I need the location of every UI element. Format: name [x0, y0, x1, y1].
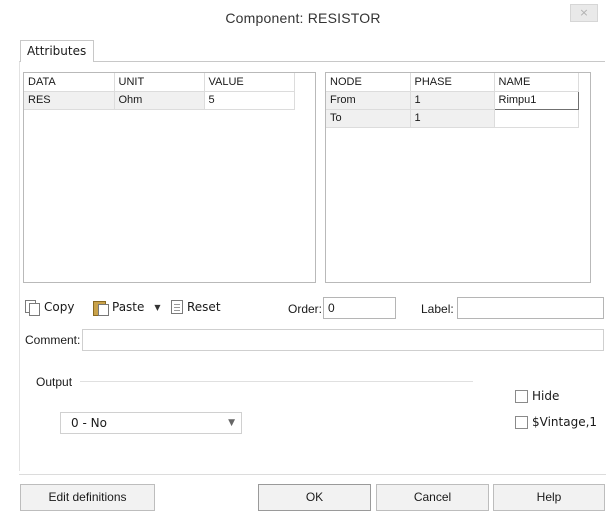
- vintage-checkbox-label: $Vintage,1: [532, 415, 598, 429]
- edit-definitions-button[interactable]: Edit definitions: [20, 484, 155, 511]
- cell-unit[interactable]: Ohm: [114, 91, 205, 110]
- checkbox-box[interactable]: [515, 389, 528, 403]
- nodes-grid[interactable]: NODE PHASE NAME From 1 Rimpu1 To 1: [325, 72, 591, 283]
- hide-checkbox-label: Hide: [532, 389, 560, 403]
- clipboard-icon: [92, 299, 109, 316]
- cell-value[interactable]: 5: [204, 91, 295, 110]
- copy-label: Copy: [44, 300, 75, 314]
- checkbox-box[interactable]: [515, 415, 528, 429]
- tab-attributes[interactable]: Attributes: [20, 40, 94, 62]
- output-select[interactable]: 0 - No ▼: [60, 412, 242, 434]
- document-icon: [171, 300, 183, 314]
- column-header-value[interactable]: VALUE: [204, 73, 295, 92]
- comment-label: Comment:: [25, 333, 81, 347]
- comment-field[interactable]: [82, 329, 604, 351]
- close-button[interactable]: ×: [570, 4, 598, 22]
- cell-phase[interactable]: 1: [410, 91, 495, 110]
- cell-node[interactable]: From: [326, 91, 411, 110]
- cell-data[interactable]: RES: [24, 91, 115, 110]
- footer-divider: [19, 474, 606, 475]
- ok-button[interactable]: OK: [258, 484, 371, 511]
- cancel-button[interactable]: Cancel: [376, 484, 489, 511]
- reset-button[interactable]: Reset: [171, 298, 221, 316]
- cell-name[interactable]: Rimpu1: [493, 90, 579, 110]
- cell-name[interactable]: [494, 109, 579, 128]
- paste-button[interactable]: Paste ▼: [92, 298, 161, 316]
- hide-checkbox[interactable]: Hide: [515, 389, 559, 403]
- copy-icon: [24, 299, 40, 316]
- column-header-phase[interactable]: PHASE: [410, 73, 495, 92]
- table-header-row: NODE PHASE NAME: [326, 73, 579, 92]
- column-header-unit[interactable]: UNIT: [114, 73, 205, 92]
- reset-label: Reset: [187, 300, 221, 314]
- close-icon: ×: [579, 6, 589, 19]
- group-divider: [80, 381, 473, 382]
- column-header-name[interactable]: NAME: [494, 73, 579, 92]
- dropdown-arrow-icon[interactable]: ▼: [154, 303, 160, 312]
- chevron-down-icon: ▼: [228, 418, 235, 428]
- table-header-row: DATA UNIT VALUE: [24, 73, 295, 92]
- label-field-label: Label:: [421, 302, 454, 316]
- cell-node[interactable]: To: [326, 109, 411, 128]
- column-header-node[interactable]: NODE: [326, 73, 411, 92]
- label-field[interactable]: [457, 297, 604, 319]
- help-button[interactable]: Help: [493, 484, 605, 511]
- copy-button[interactable]: Copy: [24, 298, 74, 316]
- table-row: RES Ohm 5: [24, 91, 295, 110]
- paste-label: Paste: [112, 300, 145, 314]
- attributes-grid[interactable]: DATA UNIT VALUE RES Ohm 5: [23, 72, 316, 283]
- order-field[interactable]: 0: [323, 297, 396, 319]
- column-header-data[interactable]: DATA: [24, 73, 115, 92]
- attributes-table: DATA UNIT VALUE RES Ohm 5: [24, 73, 295, 110]
- cell-phase[interactable]: 1: [410, 109, 495, 128]
- output-selected-value: 0 - No: [71, 416, 107, 430]
- table-row: To 1: [326, 109, 579, 128]
- vintage-checkbox[interactable]: $Vintage,1: [515, 415, 597, 429]
- title-bar: Component: RESISTOR ×: [0, 0, 606, 36]
- table-row: From 1 Rimpu1: [326, 90, 579, 110]
- order-label: Order:: [288, 302, 323, 316]
- window-title: Component: RESISTOR: [225, 10, 381, 26]
- output-group-label: Output: [36, 375, 73, 389]
- nodes-table: NODE PHASE NAME From 1 Rimpu1 To 1: [326, 73, 579, 128]
